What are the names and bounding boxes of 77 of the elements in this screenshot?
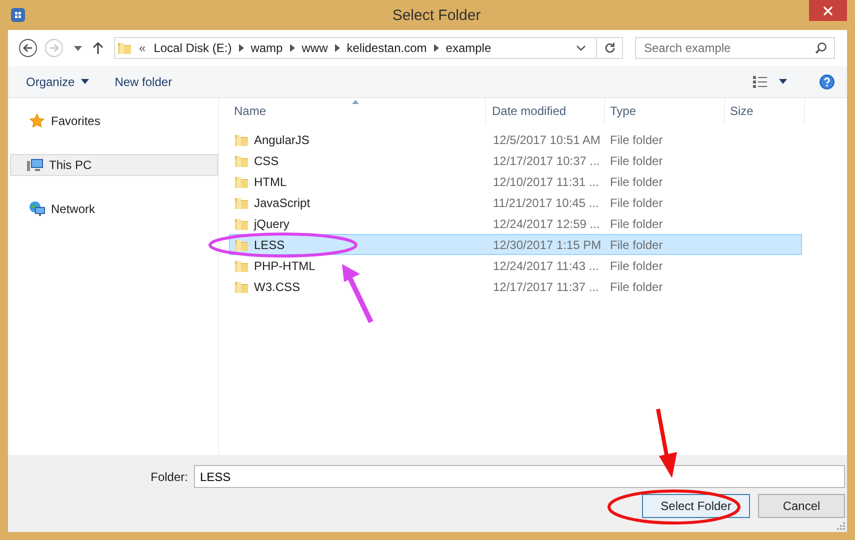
file-row[interactable]: HTML 12/10/2017 11:31 ... File folder xyxy=(229,171,802,192)
table-cell-text: File folder xyxy=(609,280,664,294)
refresh-icon xyxy=(604,42,616,54)
path-segment[interactable]: example xyxy=(446,41,492,55)
file-name: LESS xyxy=(254,238,285,252)
table-cell-text: 12/24/2017 12:59 ... xyxy=(492,216,601,230)
caret-icon[interactable] xyxy=(74,46,82,50)
address-bar[interactable]: « Local Disk (E:) wamp www kelidestan.com example xyxy=(114,37,623,59)
toolbar-button[interactable]: Organize xyxy=(18,70,97,92)
dialog-button[interactable]: Cancel xyxy=(758,494,845,518)
table-cell-text: 12/17/2017 11:37 ... xyxy=(492,280,600,294)
column-header[interactable]: Name xyxy=(229,98,486,124)
file-row[interactable]: CSS 12/17/2017 10:37 ... File folder xyxy=(229,150,802,171)
view-icon[interactable] xyxy=(753,76,767,88)
file-row[interactable]: AngularJS 12/5/2017 10:51 AM File folder xyxy=(229,129,802,150)
table-cell-text: 12/24/2017 11:43 ... xyxy=(492,258,600,272)
file-row[interactable]: W3.CSS 12/17/2017 11:37 ... File folder xyxy=(229,276,802,297)
path-segment[interactable]: kelidestan.com xyxy=(346,41,427,55)
chevron-icon[interactable] xyxy=(434,44,439,52)
nav-item[interactable]: This PC xyxy=(10,154,218,176)
file-name: AngularJS xyxy=(254,132,310,146)
table-cell-text: 11/21/2017 10:45 ... xyxy=(492,196,600,210)
chevron-icon[interactable] xyxy=(290,44,295,52)
table-cell-text: 12/5/2017 10:51 AM xyxy=(492,132,602,146)
table-cell-text: File folder xyxy=(609,154,664,168)
toolbar-button[interactable]: New folder xyxy=(106,70,180,92)
file-row[interactable]: jQuery 12/24/2017 12:59 ... File folder xyxy=(229,213,802,234)
app-icon xyxy=(10,7,26,23)
dialog-button[interactable]: Select Folder xyxy=(642,494,750,518)
folder-icon xyxy=(117,40,131,56)
column-header[interactable]: Type xyxy=(605,98,725,124)
chevron-icon[interactable] xyxy=(334,44,340,52)
table-cell-text: File folder xyxy=(609,258,664,272)
table-cell-text: 12/10/2017 11:31 ... xyxy=(492,174,600,188)
nav-item[interactable]: Network xyxy=(10,198,218,220)
dropdown-icon[interactable] xyxy=(576,45,586,51)
file-name: jQuery xyxy=(254,216,290,230)
file-row[interactable]: LESS 12/30/2017 1:15 PM File folder xyxy=(229,234,802,255)
back-icon[interactable] xyxy=(18,38,38,58)
file-name: JavaScript xyxy=(254,196,310,210)
field-label: Folder: xyxy=(150,470,188,484)
resize-grip-icon[interactable] xyxy=(837,522,845,530)
file-row[interactable]: JavaScript 11/21/2017 10:45 ... File folder xyxy=(229,192,802,213)
star-icon xyxy=(29,113,45,129)
chevron-icon[interactable] xyxy=(238,44,244,52)
folder-field[interactable]: LESS xyxy=(194,465,845,488)
file-row[interactable]: PHP-HTML 12/24/2017 11:43 ... File folder xyxy=(229,255,802,276)
table-cell-text: 12/17/2017 10:37 ... xyxy=(492,154,601,168)
path-segment[interactable]: www xyxy=(302,41,328,55)
path-segment[interactable]: wamp xyxy=(250,41,283,55)
table-cell-text: File folder xyxy=(609,132,664,146)
table-cell-text: File folder xyxy=(609,196,664,210)
up-arrow-icon[interactable] xyxy=(92,41,104,55)
table-cell-text: File folder xyxy=(609,216,664,230)
file-name: HTML xyxy=(254,174,287,188)
sort-arrow-icon xyxy=(352,100,359,104)
file-name: W3.CSS xyxy=(254,280,300,294)
table-cell-text: File folder xyxy=(609,238,664,252)
column-header[interactable]: Size xyxy=(725,98,805,124)
nav-item[interactable]: Favorites xyxy=(10,110,218,132)
window-title: Select Folder xyxy=(392,7,481,24)
globe-computer-icon xyxy=(29,201,45,217)
file-name: CSS xyxy=(254,154,279,168)
column-header[interactable]: Date modified xyxy=(486,98,605,124)
caret-icon[interactable] xyxy=(779,79,787,84)
search-field[interactable]: Search example xyxy=(635,37,835,59)
table-cell-text: 12/30/2017 1:15 PM xyxy=(492,238,602,252)
search-icon xyxy=(815,42,827,54)
overflow-chevron[interactable]: « xyxy=(139,41,146,55)
table-cell-text: File folder xyxy=(609,174,664,188)
computer-icon xyxy=(27,157,43,173)
caret-icon xyxy=(80,79,89,84)
close-button[interactable] xyxy=(809,0,847,21)
path-segment[interactable]: Local Disk (E:) xyxy=(154,41,232,55)
help-icon[interactable] xyxy=(819,74,835,90)
file-name: PHP-HTML xyxy=(254,258,316,272)
close-icon xyxy=(823,6,833,16)
